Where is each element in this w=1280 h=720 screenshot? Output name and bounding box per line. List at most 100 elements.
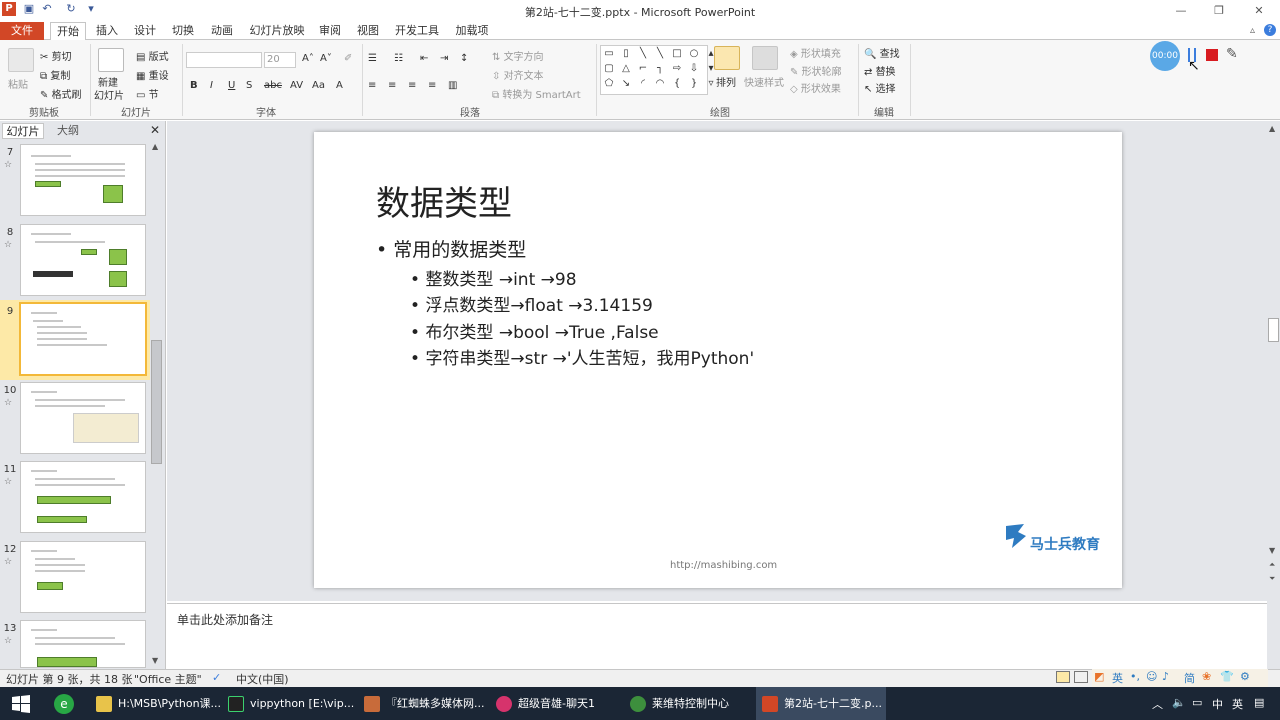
copy-button[interactable]: ⧉ 复制 bbox=[40, 67, 70, 82]
footer-url[interactable]: http://mashibing.com bbox=[670, 560, 777, 571]
strikethrough-icon[interactable]: abc bbox=[264, 80, 282, 91]
taskbar-item-powerpoint[interactable]: 第2站-七十二变.p... bbox=[756, 687, 886, 720]
cut-button[interactable]: ✂ 剪切 bbox=[40, 48, 72, 63]
ime-mode[interactable]: 简 bbox=[1184, 670, 1195, 686]
shadow-icon[interactable]: S bbox=[246, 80, 252, 91]
layout-button[interactable]: ▤ 版式 bbox=[136, 48, 169, 63]
pen-icon[interactable]: ✎ bbox=[1226, 46, 1238, 62]
shape-fill-button[interactable]: ◈ 形状填充 bbox=[790, 45, 841, 60]
slide-thumbnail-13[interactable] bbox=[20, 620, 146, 668]
line2-shape-icon[interactable]: ╲ bbox=[654, 48, 666, 60]
tab-insert[interactable]: 插入 bbox=[90, 22, 124, 40]
windows-start-icon[interactable] bbox=[12, 695, 30, 713]
bold-icon[interactable]: B bbox=[190, 80, 198, 91]
ribbon-collapse-icon[interactable]: ▵ bbox=[1250, 25, 1255, 36]
notification-icon[interactable]: ▤ bbox=[1254, 696, 1264, 709]
new-slide-icon[interactable] bbox=[98, 48, 124, 72]
clear-formatting-icon[interactable]: ✐ bbox=[344, 53, 352, 64]
triangle-shape-icon[interactable]: △ bbox=[620, 63, 632, 75]
shape-effects-button[interactable]: ◇ 形状效果 bbox=[790, 80, 841, 95]
arrange-button[interactable]: 排列 bbox=[716, 74, 736, 89]
normal-view-icon[interactable] bbox=[1056, 671, 1070, 683]
tab-animations[interactable]: 动画 bbox=[204, 22, 240, 40]
taskbar-item-explorer[interactable]: H:\MSB\Python课... bbox=[90, 687, 221, 720]
line-spacing-icon[interactable]: ↕ bbox=[460, 53, 468, 64]
ime-punct-icon[interactable]: •, bbox=[1130, 670, 1140, 683]
justify-icon[interactable]: ≡ bbox=[428, 80, 436, 91]
align-left-icon[interactable]: ≡ bbox=[368, 80, 376, 91]
right-arrow-shape-icon[interactable]: ⇨ bbox=[671, 63, 683, 75]
tab-review[interactable]: 审阅 bbox=[314, 22, 346, 40]
tab-developer[interactable]: 开发工具 bbox=[390, 22, 444, 40]
format-painter-button[interactable]: ✎ 格式刷 bbox=[40, 86, 82, 101]
tab-transitions[interactable]: 切换 bbox=[166, 22, 200, 40]
find-button[interactable]: 🔍 查找 bbox=[864, 45, 900, 60]
scroll-down-icon[interactable]: ▼ bbox=[1269, 546, 1275, 555]
tab-addins[interactable]: 加载项 bbox=[450, 22, 494, 40]
scroll-up-icon[interactable]: ▲ bbox=[152, 142, 158, 151]
columns-icon[interactable]: ▥ bbox=[448, 80, 457, 91]
shape-outline-button[interactable]: ✎ 形状轮廓 bbox=[790, 63, 842, 78]
main-scrollbar[interactable] bbox=[1267, 121, 1280, 669]
change-case-icon[interactable]: Aa bbox=[312, 80, 325, 91]
replace-button[interactable]: ⇄ 替换 bbox=[864, 63, 896, 78]
app-360-icon[interactable]: e bbox=[54, 694, 74, 714]
align-center-icon[interactable]: ≡ bbox=[388, 80, 396, 91]
quick-styles-button[interactable]: 快速样式 bbox=[744, 74, 784, 89]
taskbar-item-pycharm[interactable]: vippython [E:\vip... bbox=[222, 687, 354, 720]
tray-expand-icon[interactable]: ︿ bbox=[1152, 696, 1163, 712]
slide[interactable]: 数据类型 • 常用的数据类型 • 整数类型 →int →98 • 浮点数类型→f… bbox=[314, 132, 1122, 588]
italic-icon[interactable]: I bbox=[210, 80, 213, 91]
network-icon[interactable]: ▭ bbox=[1192, 696, 1202, 709]
pentagon-shape-icon[interactable]: ⬠ bbox=[603, 78, 615, 90]
char-spacing-icon[interactable]: AV bbox=[290, 80, 303, 91]
maximize-button[interactable]: ❐ bbox=[1204, 3, 1234, 19]
reset-button[interactable]: ▦ 重设 bbox=[136, 67, 169, 82]
increase-indent-icon[interactable]: ⇥ bbox=[440, 53, 448, 64]
slide-thumbnail-11[interactable] bbox=[20, 461, 146, 533]
ime-tray-language[interactable]: 英 bbox=[1232, 696, 1243, 712]
notes-pane[interactable]: 单击此处添加备注 bbox=[167, 603, 1267, 669]
arrow-shape-icon[interactable]: ↘ bbox=[620, 78, 632, 90]
connector-shape-icon[interactable]: ⌐ bbox=[637, 63, 649, 75]
bullet-main[interactable]: • 常用的数据类型 bbox=[376, 235, 526, 262]
taskbar-item-chat[interactable]: 超级音雄-聊天1 bbox=[490, 687, 618, 720]
recording-timer[interactable]: 00:00 bbox=[1150, 41, 1180, 71]
shapes-gallery[interactable]: ▭ ▯ ╲ ╲ □ ○ ▴ ▢ △ ⌐ ┐ ⇨ ⇩ ▾ ⬠ ↘ ◜ ◠ { } … bbox=[600, 45, 714, 95]
paste-icon[interactable] bbox=[8, 48, 34, 72]
curve-shape-icon[interactable]: ◠ bbox=[654, 78, 666, 90]
font-name-select[interactable] bbox=[186, 52, 262, 68]
section-button[interactable]: ▭ 节 bbox=[136, 86, 159, 101]
quick-styles-icon[interactable] bbox=[752, 46, 778, 70]
underline-icon[interactable]: U bbox=[228, 80, 235, 91]
rectangle-shape-icon[interactable]: □ bbox=[671, 48, 683, 60]
slide-thumbnail-7[interactable] bbox=[20, 144, 146, 216]
grow-font-icon[interactable]: A˄ bbox=[302, 53, 314, 64]
ime-language[interactable]: 英 bbox=[1112, 670, 1123, 686]
font-color-icon[interactable]: A bbox=[336, 80, 343, 91]
sub-bullet-float[interactable]: • 浮点数类型→float →3.14159 bbox=[410, 291, 653, 316]
tab-design[interactable]: 设计 bbox=[128, 22, 162, 40]
ime-logo-icon[interactable]: ◩ bbox=[1094, 670, 1104, 683]
down-arrow-shape-icon[interactable]: ⇩ bbox=[688, 63, 700, 75]
sub-bullet-bool[interactable]: • 布尔类型 →bool →True ,False bbox=[410, 318, 659, 343]
slide-thumbnail-12[interactable] bbox=[20, 541, 146, 613]
scrollbar-thumb[interactable] bbox=[1268, 318, 1279, 342]
scroll-up-icon[interactable]: ▲ bbox=[1269, 124, 1275, 133]
previous-slide-icon[interactable]: ⏶ bbox=[1269, 560, 1275, 570]
select-button[interactable]: ↖ 选择 bbox=[864, 80, 896, 95]
vtextbox-shape-icon[interactable]: ▯ bbox=[620, 48, 632, 60]
numbering-icon[interactable]: ☷ bbox=[394, 53, 403, 64]
ime-emoji-icon[interactable]: ☺ bbox=[1146, 670, 1157, 683]
tab-slides[interactable]: 幻灯片 bbox=[2, 123, 44, 139]
line-shape-icon[interactable]: ╲ bbox=[637, 48, 649, 60]
align-text-button[interactable]: ⇳ 对齐文本 bbox=[492, 67, 544, 82]
sorter-view-icon[interactable] bbox=[1074, 671, 1088, 683]
arc-shape-icon[interactable]: ◜ bbox=[637, 78, 649, 90]
next-slide-icon[interactable]: ⏷ bbox=[1269, 574, 1275, 584]
language[interactable]: 中文(中国) bbox=[236, 671, 289, 687]
panel-close-button[interactable]: ✕ bbox=[150, 123, 160, 137]
minimize-button[interactable]: — bbox=[1166, 3, 1196, 19]
sub-bullet-str[interactable]: • 字符串类型→str →'人生苦短，我用Python' bbox=[410, 344, 754, 369]
bullets-icon[interactable]: ☰ bbox=[368, 53, 377, 64]
